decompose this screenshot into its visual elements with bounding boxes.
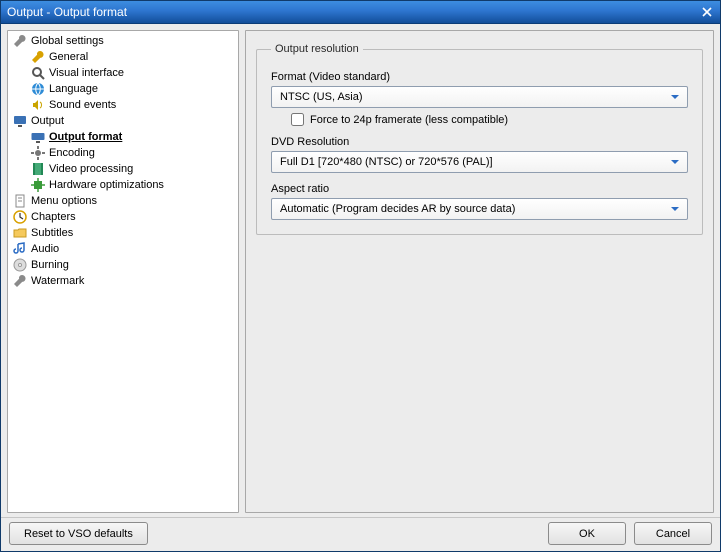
magnifier-icon bbox=[30, 65, 46, 81]
content-panel: Output resolution Format (Video standard… bbox=[245, 30, 714, 513]
tree-subtitles[interactable]: Subtitles bbox=[8, 225, 238, 241]
tree-item-label: Encoding bbox=[49, 145, 95, 161]
tree-item-label: General bbox=[49, 49, 88, 65]
tree-item-label: Sound events bbox=[49, 97, 116, 113]
tree-global-settings[interactable]: Global settings bbox=[8, 33, 238, 49]
tree-visual-interface[interactable]: Visual interface bbox=[8, 65, 238, 81]
tree-encoding[interactable]: Encoding bbox=[8, 145, 238, 161]
cancel-button[interactable]: Cancel bbox=[634, 522, 712, 545]
monitor-wide-icon bbox=[30, 129, 46, 145]
wrench-icon bbox=[12, 33, 28, 49]
tree-video-processing[interactable]: Video processing bbox=[8, 161, 238, 177]
tree-menu-options[interactable]: Menu options bbox=[8, 193, 238, 209]
group-title: Output resolution bbox=[271, 43, 363, 55]
close-icon bbox=[702, 7, 712, 17]
close-button[interactable] bbox=[698, 4, 716, 20]
tree-hardware-optimizations[interactable]: Hardware optimizations bbox=[8, 177, 238, 193]
tree-item-label: Subtitles bbox=[31, 225, 73, 241]
tree-chapters[interactable]: Chapters bbox=[8, 209, 238, 225]
format-label: Format (Video standard) bbox=[271, 71, 688, 83]
reset-defaults-label: Reset to VSO defaults bbox=[24, 528, 133, 540]
tree-item-label: Hardware optimizations bbox=[49, 177, 164, 193]
tree-item-label: Watermark bbox=[31, 273, 84, 289]
tree-item-label: Audio bbox=[31, 241, 59, 257]
chevron-down-icon bbox=[667, 89, 683, 105]
doc-icon bbox=[12, 193, 28, 209]
note-icon bbox=[12, 241, 28, 257]
chip-icon bbox=[30, 177, 46, 193]
tree-item-label: Chapters bbox=[31, 209, 76, 225]
force-24p-checkbox[interactable] bbox=[291, 113, 304, 126]
monitor-icon bbox=[12, 113, 28, 129]
wrench-gold-icon bbox=[30, 49, 46, 65]
tree-watermark[interactable]: Watermark bbox=[8, 273, 238, 289]
ok-label: OK bbox=[579, 528, 595, 540]
aspect-ratio-label: Aspect ratio bbox=[271, 183, 688, 195]
window-title: Output - Output format bbox=[7, 5, 127, 19]
cancel-label: Cancel bbox=[656, 528, 690, 540]
cog-icon bbox=[30, 145, 46, 161]
format-value: NTSC (US, Asia) bbox=[280, 91, 363, 103]
tree-output[interactable]: Output bbox=[8, 113, 238, 129]
dvd-resolution-dropdown[interactable]: Full D1 [720*480 (NTSC) or 720*576 (PAL)… bbox=[271, 151, 688, 173]
tree-audio[interactable]: Audio bbox=[8, 241, 238, 257]
film-icon bbox=[30, 161, 46, 177]
tree-language[interactable]: Language bbox=[8, 81, 238, 97]
titlebar: Output - Output format bbox=[1, 1, 720, 24]
tree-burning[interactable]: Burning bbox=[8, 257, 238, 273]
aspect-ratio-dropdown[interactable]: Automatic (Program decides AR by source … bbox=[271, 198, 688, 220]
disc-icon bbox=[12, 257, 28, 273]
tree-item-label: Video processing bbox=[49, 161, 133, 177]
tree-item-label: Menu options bbox=[31, 193, 97, 209]
reset-defaults-button[interactable]: Reset to VSO defaults bbox=[9, 522, 148, 545]
dvd-resolution-value: Full D1 [720*480 (NTSC) or 720*576 (PAL)… bbox=[280, 156, 493, 168]
chevron-down-icon bbox=[667, 154, 683, 170]
tree-item-label: Visual interface bbox=[49, 65, 124, 81]
tree-item-label: Output bbox=[31, 113, 64, 129]
tree-item-label: Language bbox=[49, 81, 98, 97]
aspect-ratio-value: Automatic (Program decides AR by source … bbox=[280, 203, 515, 215]
clock-icon bbox=[12, 209, 28, 225]
tree-sound-events[interactable]: Sound events bbox=[8, 97, 238, 113]
tree-item-label: Burning bbox=[31, 257, 69, 273]
tree-item-label: Global settings bbox=[31, 33, 104, 49]
footer: Reset to VSO defaults OK Cancel bbox=[1, 517, 720, 551]
globe-icon bbox=[30, 81, 46, 97]
wrench-icon bbox=[12, 273, 28, 289]
format-dropdown[interactable]: NTSC (US, Asia) bbox=[271, 86, 688, 108]
dvd-resolution-label: DVD Resolution bbox=[271, 136, 688, 148]
force-24p-label: Force to 24p framerate (less compatible) bbox=[310, 114, 508, 126]
output-resolution-group: Output resolution Format (Video standard… bbox=[256, 43, 703, 235]
speaker-icon bbox=[30, 97, 46, 113]
ok-button[interactable]: OK bbox=[548, 522, 626, 545]
settings-tree: Global settingsGeneralVisual interfaceLa… bbox=[7, 30, 239, 513]
chevron-down-icon bbox=[667, 201, 683, 217]
folder-icon bbox=[12, 225, 28, 241]
tree-output-format[interactable]: Output format bbox=[8, 129, 238, 145]
tree-item-label: Output format bbox=[49, 129, 122, 145]
tree-general[interactable]: General bbox=[8, 49, 238, 65]
